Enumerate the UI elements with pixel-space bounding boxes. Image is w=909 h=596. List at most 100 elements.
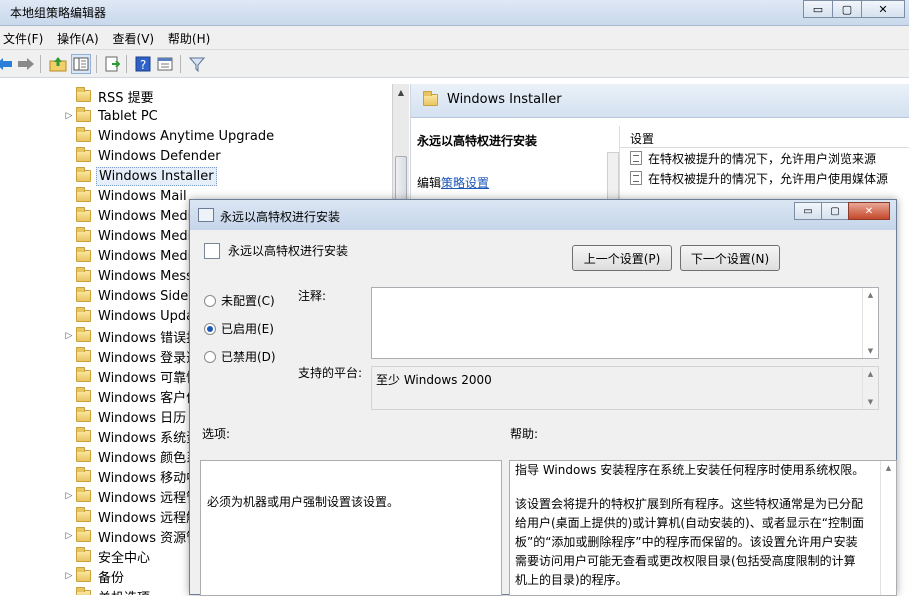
help-icon[interactable]: ? xyxy=(133,54,153,74)
policy-setting-icon xyxy=(630,171,642,185)
comment-label: 注释: xyxy=(298,289,327,303)
tree-item[interactable]: Windows 客户体 xyxy=(62,386,201,406)
next-setting-button[interactable]: 下一个设置(N) xyxy=(680,245,780,271)
tree-item[interactable]: Windows Messe xyxy=(62,266,203,286)
folder-icon xyxy=(76,107,91,122)
filter-icon[interactable] xyxy=(187,54,207,74)
radio-circle[interactable] xyxy=(204,294,216,307)
tree-item[interactable]: ▷ Windows 错误报 xyxy=(62,326,201,346)
tree-item[interactable]: Windows Media xyxy=(62,226,201,246)
tree-item[interactable]: Windows 可靠性 xyxy=(62,366,201,386)
up-folder-icon[interactable] xyxy=(48,54,68,74)
scroll-down-arrow-icon[interactable]: ▼ xyxy=(863,398,878,406)
folder-icon xyxy=(76,147,91,162)
maximize-icon: ▢ xyxy=(830,205,840,217)
export-list-icon[interactable] xyxy=(102,54,122,74)
scroll-up-arrow-icon[interactable]: ▲ xyxy=(881,464,896,472)
tree-item[interactable]: Windows 日历 xyxy=(62,406,188,426)
tree-item[interactable]: Windows 远程解 xyxy=(62,506,201,526)
tree-item[interactable]: Windows Media xyxy=(62,246,201,266)
scroll-up-arrow-icon[interactable]: ▲ xyxy=(863,291,878,299)
folder-icon xyxy=(76,507,91,522)
radio-circle[interactable] xyxy=(204,350,216,363)
tree-item-label: Windows 可靠性 xyxy=(98,370,200,386)
back-arrow-icon[interactable] xyxy=(0,54,14,74)
radio-not-configured[interactable]: 未配置(C) xyxy=(204,292,275,309)
tree-item[interactable]: Windows Defender xyxy=(62,146,223,166)
forward-arrow-icon[interactable] xyxy=(16,54,36,74)
tree-item[interactable]: ▷ Windows 远程管 xyxy=(62,486,201,506)
tree-item-label: Windows 日历 xyxy=(98,410,187,426)
menu-action[interactable]: 操作(A) xyxy=(54,26,106,47)
tree-item[interactable]: Windows Mail xyxy=(62,186,189,206)
expand-arrow-icon[interactable]: ▷ xyxy=(62,571,76,581)
tree-item[interactable]: 关机选项 xyxy=(62,586,152,595)
radio-circle[interactable] xyxy=(204,322,216,335)
tree-item-label: Windows 资源管 xyxy=(98,530,200,546)
list-item[interactable]: 在特权被提升的情况下，允许用户浏览来源 xyxy=(620,148,909,168)
maximize-icon: ▢ xyxy=(841,2,853,16)
tree-item[interactable]: Windows SideSh xyxy=(62,286,207,306)
comment-input[interactable]: ▲ ▼ xyxy=(371,287,879,359)
list-item[interactable]: 在特权被提升的情况下，允许用户使用媒体源 xyxy=(620,168,909,188)
tree-item-label: Windows Mail xyxy=(98,188,187,204)
expand-arrow-icon[interactable]: ▷ xyxy=(62,491,76,501)
dialog-maximize-button[interactable]: ▢ xyxy=(821,202,849,220)
scroll-down-arrow-icon[interactable]: ▼ xyxy=(863,347,878,355)
radio-enabled[interactable]: 已启用(E) xyxy=(204,320,274,337)
tree-item[interactable]: ▷ Windows 资源管 xyxy=(62,526,201,546)
list-item-label: 在特权被提升的情况下，允许用户浏览来源 xyxy=(648,151,877,166)
tree-item[interactable]: Windows Anytime Upgrade xyxy=(62,126,276,146)
tree-item-label: Windows 远程解 xyxy=(98,510,200,526)
tree-item[interactable]: ▷ 备份 xyxy=(62,566,126,586)
expand-arrow-icon[interactable]: ▷ xyxy=(62,531,76,541)
options-label: 选项: xyxy=(202,427,231,441)
platform-scrollbar[interactable]: ▲ ▼ xyxy=(862,367,878,409)
scroll-up-arrow-icon[interactable]: ▲ xyxy=(863,370,878,378)
tree-item[interactable]: Windows 系统资 xyxy=(62,426,201,446)
previous-setting-button[interactable]: 上一个设置(P) xyxy=(572,245,672,271)
tree-item[interactable]: Windows 颜色系 xyxy=(62,446,201,466)
help-scrollbar[interactable]: ▲ xyxy=(880,461,896,595)
list-item-label: 在特权被提升的情况下，允许用户使用媒体源 xyxy=(648,171,889,186)
tree-item[interactable]: Windows Media xyxy=(62,206,201,226)
expand-arrow-icon[interactable]: ▷ xyxy=(62,331,76,341)
tree-item[interactable]: RSS 提要 xyxy=(62,86,156,106)
properties-icon[interactable] xyxy=(155,54,175,74)
help-paragraph-1: 指导 Windows 安装程序在系统上安装任何程序时使用系统权限。 xyxy=(515,463,865,477)
close-button[interactable]: ✕ xyxy=(861,0,905,18)
menu-help[interactable]: 帮助(H) xyxy=(165,26,217,47)
folder-icon xyxy=(76,207,91,222)
minimize-button[interactable]: ▭ xyxy=(803,0,833,18)
tree-item[interactable]: Windows Updat xyxy=(62,306,201,326)
window-title: 本地组策略编辑器 xyxy=(10,6,107,20)
folder-icon xyxy=(76,247,91,262)
policy-settings-link[interactable]: 策略设置 xyxy=(441,176,489,190)
menu-view[interactable]: 查看(V) xyxy=(110,26,162,47)
folder-icon xyxy=(76,567,91,582)
menu-file[interactable]: 文件(F) xyxy=(0,26,50,47)
folder-icon xyxy=(76,367,91,382)
dialog-policy-heading: 永远以高特权进行安装 xyxy=(204,242,348,259)
maximize-button[interactable]: ▢ xyxy=(832,0,862,18)
tree-item[interactable]: Windows 登录选 xyxy=(62,346,201,366)
scroll-up-arrow-icon[interactable]: ▲ xyxy=(393,84,409,101)
radio-enabled-label: 已启用(E) xyxy=(221,322,274,336)
tree-item[interactable]: Windows 移动中 xyxy=(62,466,201,486)
settings-column-header[interactable]: 设置 xyxy=(620,126,909,148)
tree-item[interactable]: Windows Installer xyxy=(62,166,217,186)
tree-item[interactable]: ▷ Tablet PC xyxy=(62,106,160,126)
expand-arrow-icon[interactable]: ▷ xyxy=(62,111,76,121)
folder-icon xyxy=(76,527,91,542)
dialog-close-button[interactable]: ✕ xyxy=(848,202,890,220)
show-hide-tree-icon[interactable] xyxy=(71,54,91,74)
svg-text:?: ? xyxy=(140,58,146,72)
dialog-minimize-button[interactable]: ▭ xyxy=(794,202,822,220)
details-header: Windows Installer xyxy=(411,84,909,118)
comment-scrollbar[interactable]: ▲ ▼ xyxy=(862,288,878,358)
tree-item[interactable]: 安全中心 xyxy=(62,546,152,566)
folder-icon xyxy=(76,227,91,242)
radio-disabled[interactable]: 已禁用(D) xyxy=(204,348,276,365)
tree-item-label: Windows 颜色系 xyxy=(98,450,200,466)
dialog-title: 永远以高特权进行安装 xyxy=(220,210,341,224)
